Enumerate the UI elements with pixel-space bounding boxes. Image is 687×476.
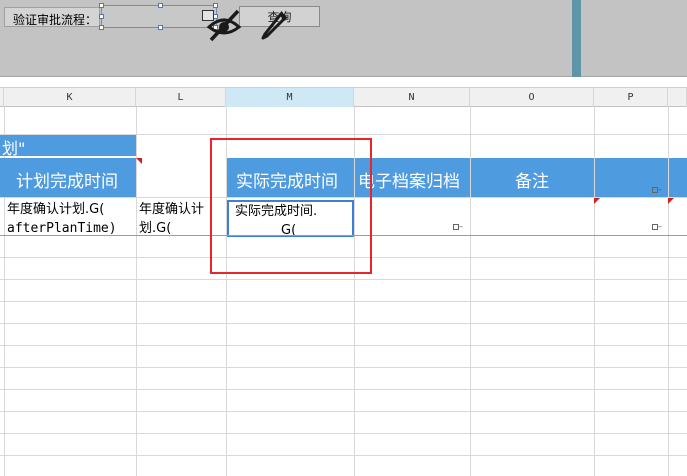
title-fragment: 划" [2,139,26,158]
header-remarks-label: 备注 [515,172,549,192]
column-header-m[interactable]: M [226,88,354,107]
eye-slash-icon[interactable] [205,7,243,43]
column-header-row: K L M N O P [0,87,687,107]
comment-marker [668,198,674,204]
column-header-p[interactable]: P [594,88,668,107]
cell-expand-icon[interactable]: – [453,223,467,231]
header-e-archive[interactable]: 电子档案归档 [355,158,470,197]
header-planned-finish[interactable]: 计划完成时间 [0,158,136,197]
cell-expand-icon[interactable]: – [652,186,666,194]
grid-line [0,455,687,456]
column-header-k[interactable]: K [4,88,136,107]
cell-k-line1: 年度确认计划.G( [7,202,105,217]
param-label-box: 验证审批流程： [4,7,100,27]
resize-handle[interactable] [99,3,104,8]
grid-line [0,345,687,346]
pen-icon[interactable] [259,8,291,40]
header-remarks[interactable]: 备注 [471,158,594,197]
cell-l-line1: 年度确认计 [139,202,205,217]
comment-marker [594,198,600,204]
panel-splitter[interactable] [572,0,581,77]
grid-line [0,389,687,390]
resize-handle[interactable] [99,25,104,30]
column-header-n[interactable]: N [354,88,470,107]
resize-handle[interactable] [158,3,163,8]
resize-handle[interactable] [99,14,104,19]
grid-line [0,301,687,302]
header-planned-finish-label: 计划完成时间 [16,172,118,192]
grid-line [0,411,687,412]
cell-expand-icon[interactable]: – [652,223,666,231]
approval-flow-input[interactable] [99,3,218,30]
column-header-o[interactable]: O [470,88,594,107]
resize-handle[interactable] [158,25,163,30]
parameter-panel: 验证审批流程： 查询 [0,0,687,77]
column-header-l[interactable]: L [136,88,226,107]
header-next-blank[interactable] [669,158,687,197]
grid-line [0,433,687,434]
comment-marker [136,158,142,164]
grid-line [0,367,687,368]
column-header-next[interactable] [668,88,687,107]
annotation-highlight-box [210,138,372,274]
param-label: 验证审批流程： [13,13,98,27]
grid-line [0,323,687,324]
title-cell[interactable]: 划" [0,135,136,158]
grid-line [0,279,687,280]
header-e-archive-label: 电子档案归档 [358,172,460,192]
